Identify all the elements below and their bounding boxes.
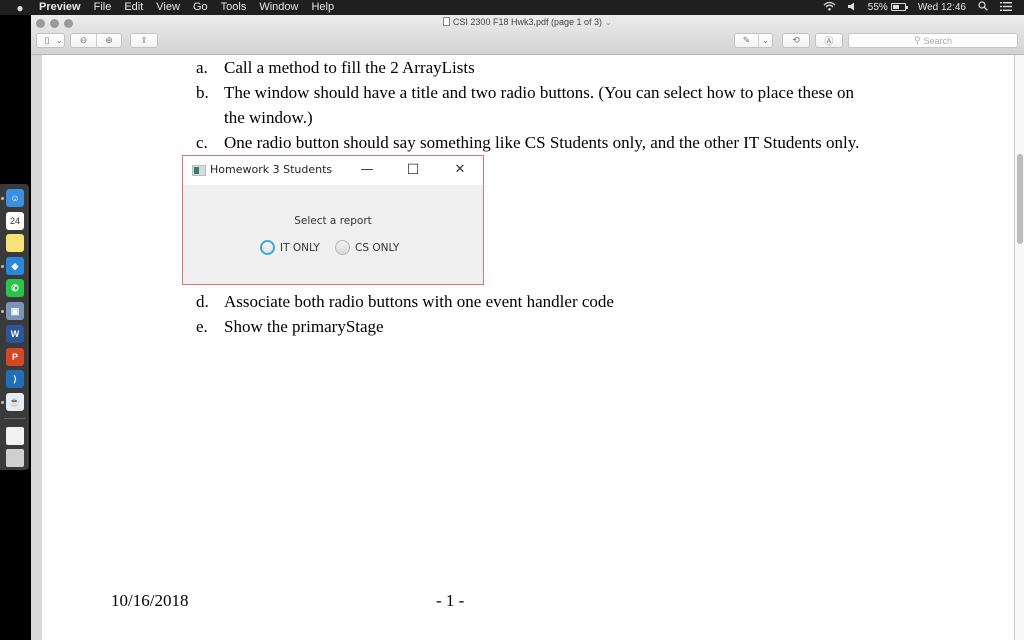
dock: ☺ 24 ◈ ✆ ▣ W P ⟩ ☕ <box>0 184 29 470</box>
select-report-label: Select a report <box>294 215 372 227</box>
menu-window[interactable]: Window <box>259 0 298 15</box>
chevron-down-icon: ⌄ <box>55 36 63 45</box>
item-text: Show the primaryStage <box>224 317 384 336</box>
search-input[interactable]: ⚲ Search <box>848 33 1018 48</box>
search-icon: ⚲ <box>913 35 921 45</box>
zoom-in-button[interactable]: ⊕ <box>96 34 121 47</box>
markup-toolbar-button[interactable]: Ⓐ <box>815 33 843 48</box>
embedded-app-window-screenshot: Homework 3 Students — ☐ ✕ Select a repor… <box>182 155 484 285</box>
running-indicator <box>1 197 4 200</box>
dock-app-visual-studio-code[interactable]: ⟩ <box>6 370 24 388</box>
zoom-out-icon: ⊖ <box>79 35 88 45</box>
menu-bar: ● Preview File Edit View Go Tools Window… <box>0 0 1024 15</box>
wifi-icon[interactable] <box>823 1 836 14</box>
sidebar-view-button[interactable]: ▯ ⌄ <box>36 33 65 48</box>
battery-icon <box>890 3 908 12</box>
item-text: The window should have a title and two r… <box>224 83 854 102</box>
notification-center-icon[interactable] <box>1000 1 1012 14</box>
running-indicator <box>1 401 4 404</box>
window-title-text: CSI 2300 F18 Hwk3.pdf (page 1 of 3) <box>452 17 603 27</box>
window-title[interactable]: CSI 2300 F18 Hwk3.pdf (page 1 of 3) ⌄ <box>31 17 1024 28</box>
dock-app-word[interactable]: W <box>6 325 24 343</box>
item-label: b. <box>196 83 209 102</box>
item-text: Call a method to fill the 2 ArrayLists <box>224 58 475 77</box>
battery-percent: 55% <box>867 2 888 13</box>
scrollbar-thumb[interactable] <box>1017 154 1023 244</box>
vertical-scrollbar[interactable] <box>1014 55 1024 640</box>
zoom-in-icon: ⊕ <box>105 35 113 45</box>
item-text: Associate both radio buttons with one ev… <box>224 292 614 311</box>
radio-circle-icon <box>260 240 275 255</box>
radio-label: CS ONLY <box>355 241 400 254</box>
menu-app-preview[interactable]: Preview <box>39 0 81 15</box>
running-indicator <box>1 310 4 313</box>
menu-file[interactable]: File <box>94 0 112 15</box>
close-icon: ✕ <box>454 162 466 177</box>
item-label: a. <box>196 58 208 77</box>
markup-pen-button[interactable]: ✎ ⌄ <box>734 33 773 48</box>
menu-go[interactable]: Go <box>193 0 208 15</box>
spotlight-search-icon[interactable] <box>978 1 988 14</box>
clock[interactable]: Wed 12:46 <box>918 2 966 13</box>
radio-label: IT ONLY <box>280 241 320 254</box>
pdf-document-icon <box>442 17 450 26</box>
pdf-page: a. Call a method to fill the 2 ArrayList… <box>42 55 1014 640</box>
menu-help[interactable]: Help <box>311 0 334 15</box>
menu-view[interactable]: View <box>156 0 180 15</box>
menu-edit[interactable]: Edit <box>124 0 143 15</box>
item-text: One radio button should say something li… <box>224 133 860 152</box>
footer-page-number: - 1 - <box>436 591 465 610</box>
menu-tools[interactable]: Tools <box>221 0 247 15</box>
annotate-icon: Ⓐ <box>824 36 834 46</box>
minimize-icon: — <box>360 162 374 177</box>
radio-cs-only: CS ONLY <box>335 240 399 255</box>
apple-menu-icon[interactable]: ● <box>13 1 27 15</box>
preview-window: CSI 2300 F18 Hwk3.pdf (page 1 of 3) ⌄ ▯ … <box>31 15 1024 640</box>
dock-app-powerpoint[interactable]: P <box>6 348 24 366</box>
dock-app-notes[interactable] <box>6 234 24 252</box>
radio-circle-icon <box>335 240 350 255</box>
dock-app-calendar[interactable]: 24 <box>6 212 24 230</box>
dock-app-safari[interactable]: ◈ <box>6 257 24 275</box>
rotate-button[interactable]: ⟲ <box>782 33 810 48</box>
maximize-icon: ☐ <box>406 162 420 178</box>
item-label: c. <box>196 133 208 152</box>
search-placeholder: Search <box>923 35 953 46</box>
zoom-out-button[interactable]: ⊖ <box>71 34 96 47</box>
chevron-down-icon[interactable]: ⌄ <box>757 34 772 47</box>
item-text: the window.) <box>224 108 313 127</box>
dock-separator <box>4 418 25 419</box>
footer-date: 10/16/2018 <box>111 591 189 610</box>
sidebar-icon: ▯ <box>44 35 50 45</box>
dock-app-whatsapp[interactable]: ✆ <box>6 279 24 297</box>
dock-app-finder[interactable]: ☺ <box>6 189 24 207</box>
volume-icon[interactable] <box>847 2 856 14</box>
dock-app-java[interactable]: ☕ <box>6 393 24 411</box>
item-label: e. <box>196 317 208 336</box>
dock-app-trash[interactable] <box>6 449 24 467</box>
title-bar: CSI 2300 F18 Hwk3.pdf (page 1 of 3) ⌄ ▯ … <box>31 15 1024 55</box>
dock-app-preview[interactable]: ▣ <box>6 302 24 320</box>
share-button[interactable]: ⇪ <box>130 33 158 48</box>
radio-it-only: IT ONLY <box>260 240 320 255</box>
embedded-window-title: Homework 3 Students <box>210 163 333 176</box>
embedded-title-bar: Homework 3 Students — ☐ ✕ <box>183 156 483 185</box>
rotate-icon: ⟲ <box>792 35 800 45</box>
title-chevron-icon: ⌄ <box>604 17 613 27</box>
dock-app-document[interactable] <box>6 427 24 445</box>
pen-icon: ✎ <box>742 35 751 45</box>
item-label: d. <box>196 292 209 311</box>
running-indicator <box>1 265 4 268</box>
share-icon: ⇪ <box>140 35 148 45</box>
zoom-controls: ⊖ ⊕ <box>70 33 122 48</box>
document-area: a. Call a method to fill the 2 ArrayList… <box>31 55 1024 640</box>
battery-status[interactable]: 55% <box>867 2 908 13</box>
java-app-icon <box>192 165 206 176</box>
